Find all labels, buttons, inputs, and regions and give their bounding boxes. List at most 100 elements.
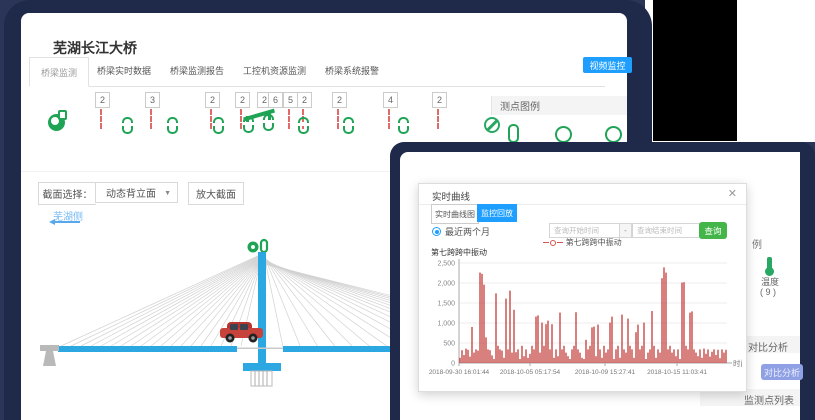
dashed-marker <box>388 109 390 129</box>
tab-realtime-curve[interactable]: 实时曲线图 <box>431 204 479 224</box>
bridge-abutment <box>40 345 59 366</box>
chart-bar <box>621 315 622 363</box>
chart-bar <box>553 358 554 363</box>
chart-bar <box>625 353 626 363</box>
x-tick-label: 2018-10-05 05:17:54 <box>500 369 561 376</box>
chart-bar <box>467 350 468 363</box>
chart-bar <box>677 349 678 363</box>
legend-strain-icon <box>508 124 519 143</box>
chart-bar <box>595 356 596 363</box>
legend-header-fragment: 例 <box>752 236 762 251</box>
chart-bar <box>521 346 522 363</box>
tab-bridge-monitoring-report[interactable]: 桥梁监测报告 <box>170 64 224 77</box>
x-axis-title: 时间 <box>733 358 742 368</box>
chart-bar <box>515 352 516 363</box>
chart-bar <box>513 310 514 363</box>
enlarge-section-button[interactable]: 放大截面 <box>188 182 244 205</box>
chart-bar <box>555 349 556 363</box>
chart-bar <box>603 346 604 363</box>
y-tick-label: 1,500 <box>437 301 455 308</box>
chart-bar <box>537 315 538 363</box>
chart-bar <box>659 353 660 363</box>
chart-bar <box>605 353 606 363</box>
chart-bar <box>601 358 602 363</box>
last-two-months-radio[interactable] <box>432 227 441 236</box>
chart-bar <box>597 325 598 363</box>
chart-bar <box>573 346 574 363</box>
chart-bar <box>667 349 668 363</box>
sensor-count-badge: 3 <box>145 92 160 108</box>
strain-sensor-icon <box>213 117 224 134</box>
chart-bar <box>693 349 694 363</box>
background-black-area <box>653 0 737 141</box>
legend-circle-icon <box>555 126 572 143</box>
dashed-marker <box>150 109 152 129</box>
chart-bar <box>695 353 696 363</box>
section-select-dropdown[interactable]: 动态背立面 ▼ <box>95 182 178 203</box>
tab-bridge-system-alarm[interactable]: 桥梁系统报警 <box>325 64 379 77</box>
section-select-value: 动态背立面 <box>106 185 156 200</box>
chart-bar <box>623 349 624 363</box>
chart-bar <box>633 358 634 363</box>
modal-title: 实时曲线 <box>432 189 470 203</box>
strain-sensor-icon <box>343 117 354 134</box>
chart-bar <box>593 327 594 363</box>
chart-bar <box>617 346 618 363</box>
chart-bar <box>719 358 720 363</box>
x-tick-label: 2018-10-15 11:03:41 <box>647 369 707 376</box>
chart-bar <box>717 350 718 363</box>
chart-bar <box>559 313 560 363</box>
temperature-count: ( 9 ) <box>760 287 776 297</box>
chart-bar <box>673 349 674 363</box>
bridge-crossbeam <box>243 363 281 371</box>
tab-bridge-realtime-data[interactable]: 桥梁实时数据 <box>97 64 151 77</box>
chart-bar <box>709 357 710 363</box>
chart-bar <box>525 349 526 363</box>
chart-bar <box>645 359 646 363</box>
chart-bar <box>471 327 472 363</box>
chart-bar <box>703 349 704 363</box>
dashed-marker <box>100 109 102 129</box>
sensor-count-badge: 2 <box>332 92 347 108</box>
weight-sensor-icon <box>48 114 65 131</box>
chart-bar <box>549 349 550 363</box>
chart-bar <box>577 349 578 363</box>
chart-bar <box>609 323 610 363</box>
tab-ipc-resource-monitoring[interactable]: 工控机资源监测 <box>243 64 306 77</box>
legend-series-name: 第七跨跨中振动 <box>566 238 622 247</box>
chart-bar <box>531 346 532 363</box>
compare-analysis-button[interactable]: 对比分析 <box>761 364 803 380</box>
legend-panel-header: 测点图例 <box>491 96 627 115</box>
y-tick-label: 500 <box>443 341 455 348</box>
chart-bar <box>615 349 616 363</box>
tab-bridge-monitoring[interactable]: 桥梁监测 <box>29 57 89 87</box>
sensor-count-badge: 2 <box>95 92 110 108</box>
chart-bar <box>599 349 600 363</box>
video-monitoring-button[interactable]: 视频监控 <box>583 57 632 73</box>
chart-bar <box>459 358 460 363</box>
y-tick-label: 1,000 <box>437 321 455 328</box>
chart-bar <box>469 357 470 363</box>
chart-bar <box>635 332 636 363</box>
chart-bar <box>575 312 576 363</box>
strain-sensor-icon <box>398 117 409 134</box>
section-select-label: 截面选择： <box>38 182 96 205</box>
chart-bar <box>497 346 498 363</box>
close-icon[interactable]: ✕ <box>728 187 737 200</box>
legend-circle-icon <box>605 126 622 143</box>
chart-bar <box>699 349 700 363</box>
chart-bar <box>681 283 682 363</box>
query-start-time-input[interactable] <box>549 223 627 238</box>
chart-bar <box>563 346 564 363</box>
chart-bar <box>499 349 500 363</box>
bridge-pier-hatch <box>251 371 272 386</box>
chart-bar <box>473 353 474 363</box>
chart-bar <box>465 349 466 363</box>
chart-bar <box>689 313 690 363</box>
chart-bar <box>691 311 692 363</box>
dashed-marker <box>437 109 439 129</box>
sensor-count-badge: 5 <box>283 92 298 108</box>
tab-monitoring-playback[interactable]: 监控回放 <box>477 204 517 222</box>
chart-bar <box>567 356 568 363</box>
chart-bar <box>551 324 552 363</box>
